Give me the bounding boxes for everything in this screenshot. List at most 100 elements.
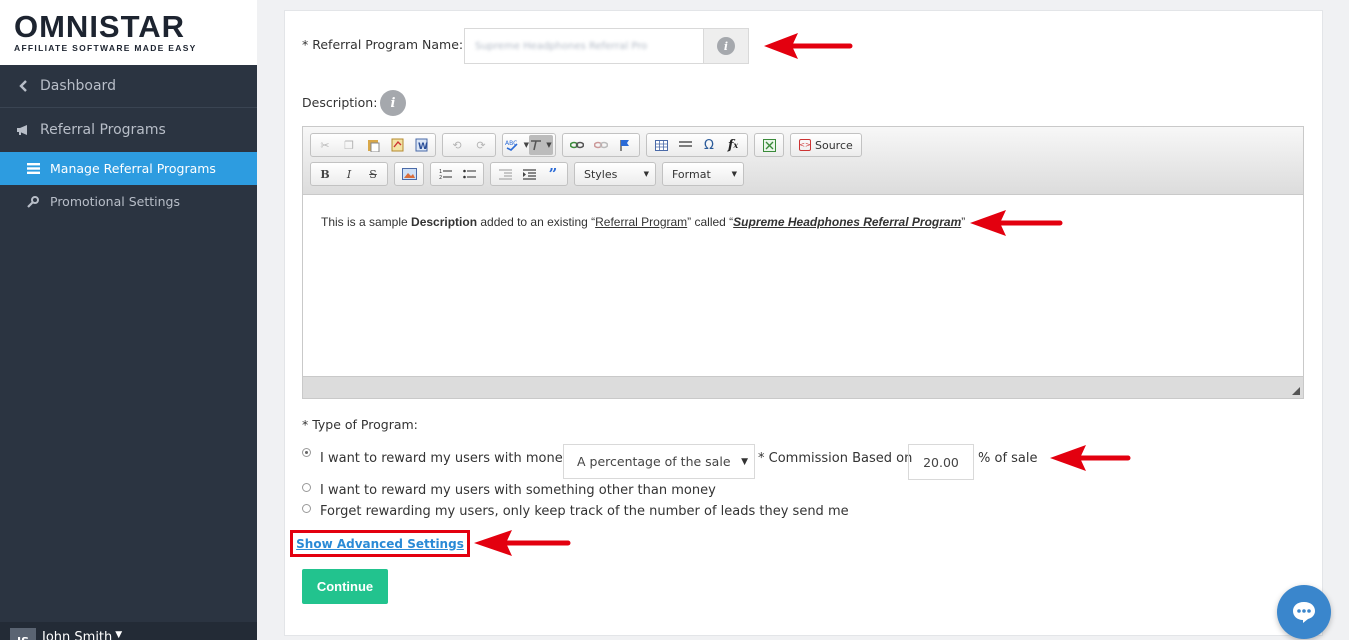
show-advanced-settings-link[interactable]: Show Advanced Settings	[296, 537, 464, 551]
numbered-list-icon[interactable]: 12	[433, 164, 457, 184]
maximize-icon[interactable]	[757, 135, 781, 155]
basic-style-group: B I S	[310, 162, 388, 186]
bulleted-list-icon[interactable]	[457, 164, 481, 184]
option-track-leads-label[interactable]: Forget rewarding my users, only keep tra…	[320, 504, 849, 519]
styles-dropdown[interactable]: Styles ▼	[574, 162, 656, 186]
option-reward-money-label[interactable]: I want to reward my users with money	[320, 451, 570, 466]
blockquote-icon[interactable]: ”	[541, 164, 565, 184]
annotation-arrow-icon	[474, 530, 571, 556]
image-icon[interactable]	[397, 164, 421, 184]
italic-icon[interactable]: I	[337, 164, 361, 184]
type-of-program-label: * Type of Program:	[302, 417, 418, 432]
chevron-left-icon	[14, 80, 32, 92]
sidebar: OMNISTAR AFFILIATE SOFTWARE MADE EASY Da…	[0, 0, 257, 640]
annotation-arrow-icon	[764, 33, 853, 59]
advanced-settings-highlight: Show Advanced Settings	[290, 530, 470, 557]
remove-format-icon[interactable]: ▼	[529, 135, 553, 155]
indent-icon[interactable]	[517, 164, 541, 184]
source-icon: <>	[799, 139, 811, 151]
strikethrough-icon[interactable]: S	[361, 164, 385, 184]
reward-type-value: A percentage of the sale	[577, 454, 731, 469]
user-menu[interactable]: JS John Smith ▼	[0, 622, 257, 640]
chevron-down-icon: ▼	[643, 170, 649, 178]
undo-icon[interactable]: ⟲	[445, 135, 469, 155]
unlink-icon[interactable]	[589, 135, 613, 155]
special-char-icon[interactable]: Ω	[697, 135, 721, 155]
avatar: JS	[10, 628, 36, 640]
program-name-info-addon[interactable]: i	[703, 29, 748, 63]
format-label: Format	[672, 167, 711, 181]
clipboard-group: ✂ ❐ W	[310, 133, 436, 157]
spellcheck-group: ABC ▼ ▼	[502, 133, 556, 157]
editor-content[interactable]: This is a sample Description added to an…	[303, 195, 1303, 376]
description-label: Description:	[302, 95, 378, 110]
indent-group: ”	[490, 162, 568, 186]
link-icon[interactable]	[565, 135, 589, 155]
chat-icon	[1293, 602, 1315, 623]
nav-dashboard-label: Dashboard	[40, 78, 116, 94]
format-dropdown[interactable]: Format ▼	[662, 162, 744, 186]
sidebar-item-label: Manage Referral Programs	[50, 161, 216, 176]
info-icon[interactable]: i	[717, 37, 735, 55]
source-group: <> Source	[790, 133, 862, 157]
spellcheck-icon[interactable]: ABC ▼	[505, 135, 529, 155]
svg-text:2: 2	[439, 175, 442, 180]
continue-button[interactable]: Continue	[302, 569, 388, 604]
option-reward-other-label[interactable]: I want to reward my users with something…	[320, 483, 716, 498]
paste-icon[interactable]	[361, 135, 385, 155]
nav-referral-programs[interactable]: Referral Programs	[0, 108, 257, 152]
user-name: John Smith	[42, 630, 113, 640]
desc-bold: Description	[411, 215, 478, 229]
undo-redo-group: ⟲ ⟳	[442, 133, 496, 157]
paste-word-icon[interactable]: W	[409, 135, 433, 155]
info-icon[interactable]: i	[380, 90, 406, 116]
desc-text: added to an existing “	[477, 215, 596, 229]
editor-toolbar: ✂ ❐ W ⟲ ⟳ ABC ▼ ▼ Ω f x <> Source B I S …	[303, 127, 1303, 195]
bold-icon[interactable]: B	[313, 164, 337, 184]
chevron-down-icon: ▼	[731, 170, 737, 178]
program-name-label: * Referral Program Name:	[302, 37, 464, 52]
table-icon[interactable]	[649, 135, 673, 155]
redo-icon[interactable]: ⟳	[469, 135, 493, 155]
radio-track-leads[interactable]	[302, 504, 311, 513]
anchor-icon[interactable]	[613, 135, 637, 155]
source-button[interactable]: <> Source	[793, 139, 859, 152]
nav-referral-programs-label: Referral Programs	[40, 122, 166, 138]
program-name-value[interactable]: Supreme Headphones Referral Pro	[465, 29, 703, 63]
desc-text: This is a sample	[321, 215, 412, 229]
list-group: 12	[430, 162, 484, 186]
commission-input[interactable]: 20.00	[908, 444, 974, 480]
logo-name: OMNISTAR	[14, 9, 186, 44]
maximize-group	[754, 133, 784, 157]
copy-icon[interactable]: ❐	[337, 135, 361, 155]
sidebar-item-promotional-settings[interactable]: Promotional Settings	[0, 185, 257, 218]
link-group	[562, 133, 640, 157]
commission-suffix: % of sale	[978, 451, 1038, 466]
outdent-icon[interactable]	[493, 164, 517, 184]
nav-dashboard[interactable]: Dashboard	[0, 65, 257, 108]
formula-icon[interactable]: fx	[721, 135, 745, 155]
chevron-down-icon: ▼	[741, 456, 748, 467]
resize-handle-icon[interactable]	[1292, 387, 1300, 395]
desc-underline-referral-program: Referral Program	[595, 215, 688, 229]
list-icon	[24, 163, 42, 174]
megaphone-icon	[14, 124, 32, 136]
chat-widget-button[interactable]	[1277, 585, 1331, 639]
insert-group: Ω fx	[646, 133, 748, 157]
styles-label: Styles	[584, 167, 618, 181]
horizontal-line-icon[interactable]	[673, 135, 697, 155]
logo-tagline: AFFILIATE SOFTWARE MADE EASY	[14, 43, 197, 53]
annotation-arrow-icon	[970, 210, 1063, 236]
paste-text-icon[interactable]	[385, 135, 409, 155]
program-name-field[interactable]: Supreme Headphones Referral Pro i	[464, 28, 749, 64]
wrench-icon	[24, 195, 42, 208]
commission-label: * Commission Based on	[758, 451, 913, 466]
logo[interactable]: OMNISTAR AFFILIATE SOFTWARE MADE EASY	[0, 0, 257, 65]
sidebar-item-manage-referral-programs[interactable]: Manage Referral Programs	[0, 152, 257, 185]
cut-icon[interactable]: ✂	[313, 135, 337, 155]
desc-program-name: Supreme Headphones Referral Program	[733, 215, 962, 229]
image-group	[394, 162, 424, 186]
radio-reward-other[interactable]	[302, 483, 311, 492]
reward-type-select[interactable]: A percentage of the sale ▼	[563, 444, 755, 479]
radio-reward-money[interactable]	[302, 448, 311, 457]
